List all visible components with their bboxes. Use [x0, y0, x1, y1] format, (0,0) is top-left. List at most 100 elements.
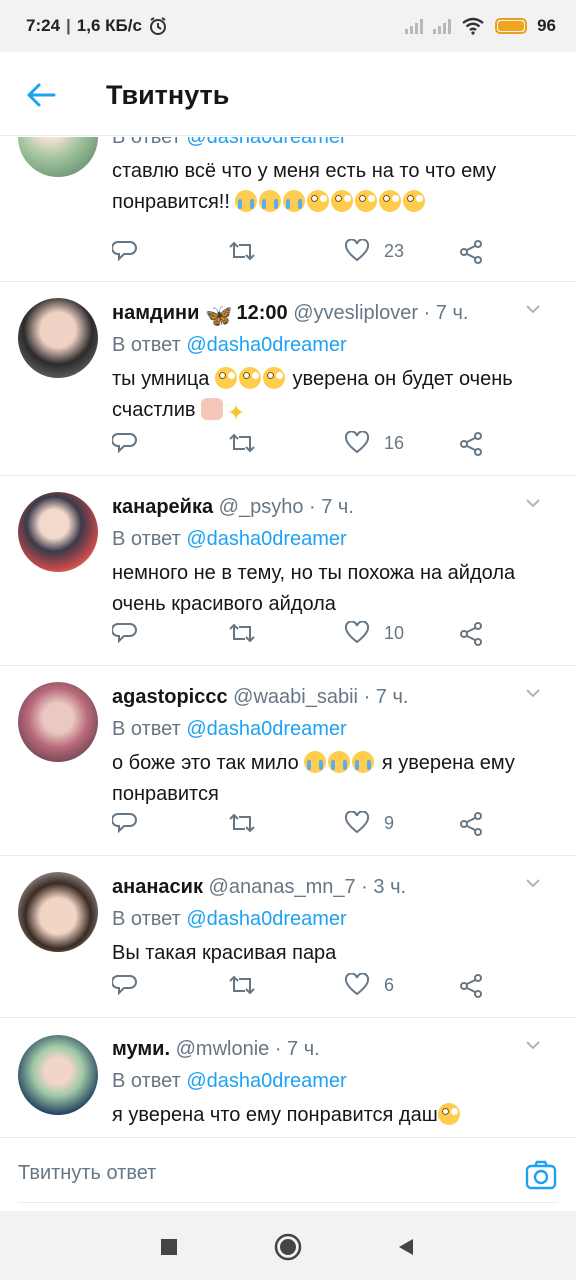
reply-button[interactable]: [112, 621, 138, 645]
like-button[interactable]: 6: [344, 973, 394, 997]
reply-mention-link[interactable]: @dasha0dreamer: [186, 528, 346, 550]
share-button[interactable]: [458, 431, 484, 457]
share-button[interactable]: [458, 239, 484, 265]
crying-face-emoji-icon: [283, 190, 306, 212]
reply-mention-link[interactable]: @dasha0dreamer: [186, 718, 346, 740]
signal-icon-1: [405, 18, 424, 34]
avatar[interactable]: [18, 298, 98, 378]
tweet-item[interactable]: намдини 🦋 12:00 @yvesliplover · 7 ч. В о…: [0, 282, 576, 476]
like-button[interactable]: 10: [344, 621, 404, 645]
share-button[interactable]: [458, 973, 484, 999]
retweet-icon: [229, 433, 255, 453]
user-handle[interactable]: @waabi_sabii: [233, 686, 358, 708]
tweet-text: немного не в тему, но ты похожа на айдол…: [112, 558, 562, 620]
like-count: 10: [384, 622, 405, 643]
tweet-time: · 7 ч.: [309, 496, 354, 518]
tweet-text-line1: Вы такая красивая пара: [112, 942, 337, 964]
user-name[interactable]: намдини: [112, 302, 199, 324]
retweet-button[interactable]: [228, 431, 256, 455]
signal-icon-2: [433, 18, 452, 34]
user-name[interactable]: муми.: [112, 1038, 170, 1060]
rolling-eyes-emoji-icon: [238, 367, 261, 389]
tweet-text: ставлю всё что у меня есть на то что ему…: [112, 156, 562, 218]
rolling-eyes-emoji-icon: [331, 190, 354, 212]
retweet-button[interactable]: [228, 621, 256, 645]
tweet-text-line1: ставлю всё что у меня есть на то что ему: [112, 160, 497, 182]
like-button[interactable]: 9: [344, 811, 394, 835]
avatar[interactable]: [18, 137, 98, 177]
tweet-body: В ответ @dasha0dreamer ставлю всё что у …: [112, 137, 562, 218]
share-button[interactable]: [458, 811, 484, 837]
chevron-down-icon[interactable]: [524, 300, 542, 318]
heart-icon: [344, 431, 370, 454]
status-bar: 7:24 | 1,6 КБ/с 96: [0, 0, 576, 52]
reply-button[interactable]: [112, 811, 138, 835]
chevron-down-icon[interactable]: [524, 494, 542, 512]
reply-mention-link[interactable]: @dasha0dreamer: [186, 1070, 346, 1092]
tweet-text: я уверена что ему понравится даш: [112, 1100, 562, 1131]
tweet-item[interactable]: муми. @mwlonie · 7 ч. В ответ @dasha0dre…: [0, 1018, 576, 1137]
user-handle[interactable]: @_psyho: [219, 496, 304, 518]
user-handle[interactable]: @mwlonie: [176, 1038, 270, 1060]
share-icon: [460, 974, 482, 998]
tweet-time: · 7 ч.: [274, 1038, 320, 1060]
reply-mention-link[interactable]: @dasha0dreamer: [186, 137, 346, 148]
camera-icon[interactable]: [524, 1158, 558, 1192]
status-time: 7:24: [26, 16, 61, 35]
user-name[interactable]: канарейка: [112, 496, 213, 518]
replies-feed[interactable]: В ответ @dasha0dreamer ставлю всё что у …: [0, 137, 576, 1137]
chevron-down-icon[interactable]: [524, 1036, 542, 1054]
home-button[interactable]: [274, 1233, 302, 1261]
like-button[interactable]: 23: [344, 239, 404, 263]
rolling-eyes-emoji-icon: [355, 190, 378, 212]
like-count: 16: [384, 432, 405, 453]
reply-mention-link[interactable]: @dasha0dreamer: [186, 334, 346, 356]
reply-button[interactable]: [112, 239, 138, 263]
user-handle[interactable]: @yvesliplover: [293, 302, 418, 324]
user-handle[interactable]: @ananas_mn_7: [209, 876, 356, 898]
square-icon: [161, 1239, 177, 1255]
reply-prefix: В ответ: [112, 908, 181, 930]
user-name[interactable]: ананасик: [112, 876, 203, 898]
folded-hands-emoji-icon: [201, 398, 224, 420]
avatar[interactable]: [18, 1035, 98, 1115]
tweet-item[interactable]: канарейка @_psyho · 7 ч. В ответ @dasha0…: [0, 476, 576, 666]
user-name[interactable]: agastopiccc: [112, 686, 228, 708]
retweet-button[interactable]: [228, 239, 256, 263]
like-button[interactable]: 16: [344, 431, 404, 455]
tweet-body: намдини 🦋 12:00 @yvesliplover · 7 ч. В о…: [112, 300, 562, 426]
avatar[interactable]: [18, 682, 98, 762]
reply-button[interactable]: [112, 973, 138, 997]
chevron-down-icon[interactable]: [524, 684, 542, 702]
back-button[interactable]: [24, 78, 58, 112]
reply-button[interactable]: [112, 431, 138, 455]
tweet-actions: 6: [112, 973, 492, 1003]
triangle-back-icon: [399, 1239, 413, 1255]
tweet-item[interactable]: В ответ @dasha0dreamer ставлю всё что у …: [0, 137, 576, 282]
tweet-meta: ананасик @ananas_mn_7 · 3 ч.: [112, 874, 562, 900]
tweet-meta: намдини 🦋 12:00 @yvesliplover · 7 ч.: [112, 300, 562, 327]
avatar[interactable]: [18, 492, 98, 572]
reply-to: В ответ @dasha0dreamer: [112, 716, 562, 742]
retweet-button[interactable]: [228, 973, 256, 997]
recents-button[interactable]: [155, 1233, 183, 1261]
reply-prefix: В ответ: [112, 334, 181, 356]
system-back-button[interactable]: [392, 1233, 420, 1261]
status-separator: |: [66, 16, 71, 35]
avatar[interactable]: [18, 872, 98, 952]
reply-input[interactable]: Твитнуть ответ: [18, 1162, 156, 1185]
tweet-actions: 16: [112, 431, 492, 461]
share-button[interactable]: [458, 621, 484, 647]
tweet-time: · 7 ч.: [363, 686, 409, 708]
tweet-item[interactable]: ананасик @ananas_mn_7 · 3 ч. В ответ @da…: [0, 856, 576, 1018]
reply-mention-link[interactable]: @dasha0dreamer: [186, 908, 346, 930]
tweet-item[interactable]: agastopiccc @waabi_sabii · 7 ч. В ответ …: [0, 666, 576, 856]
reply-prefix: В ответ: [112, 1070, 181, 1092]
chevron-down-icon[interactable]: [524, 874, 542, 892]
rolling-eyes-emoji-icon: [307, 190, 330, 212]
composer-underline: [18, 1202, 558, 1203]
retweet-button[interactable]: [228, 811, 256, 835]
tweet-text-line2: счастлив: [112, 399, 196, 421]
tweet-actions: 9: [112, 811, 492, 841]
retweet-icon: [229, 241, 255, 261]
